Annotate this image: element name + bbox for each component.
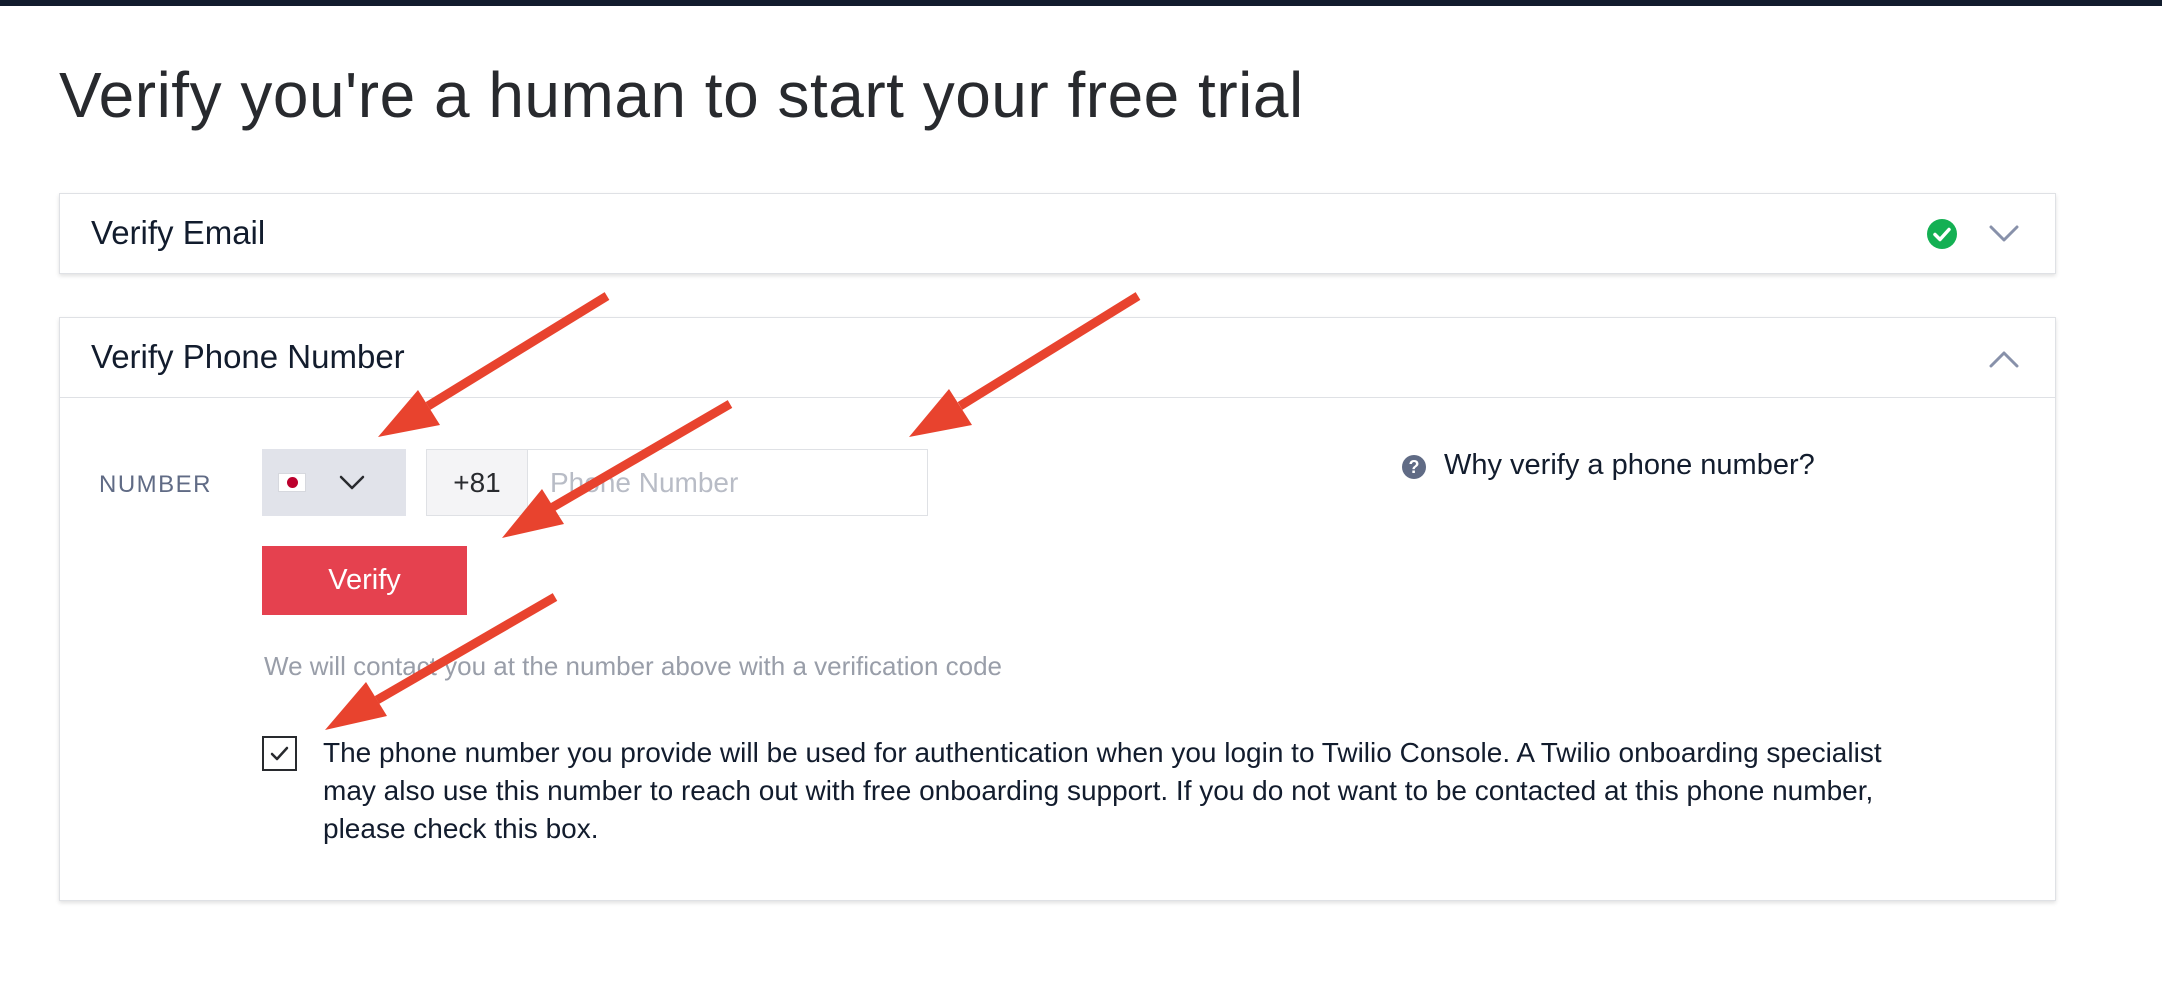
verify-phone-title: Verify Phone Number: [91, 338, 405, 375]
verify-email-panel: Verify Email: [59, 193, 2056, 274]
why-verify-text: Why verify a phone number?: [1444, 449, 1815, 481]
country-select[interactable]: [262, 449, 406, 516]
dial-code-prefix: +81: [426, 449, 528, 516]
checkmark-icon: [270, 746, 289, 761]
top-bar: [0, 0, 2162, 6]
question-circle-icon: ?: [1402, 455, 1426, 479]
chevron-down-icon[interactable]: [1989, 224, 2019, 244]
verify-phone-header[interactable]: Verify Phone Number: [60, 318, 2055, 398]
opt-out-checkbox[interactable]: [262, 736, 297, 771]
phone-number-input[interactable]: [527, 449, 928, 516]
verify-button[interactable]: Verify: [262, 546, 467, 615]
chevron-up-icon[interactable]: [1989, 349, 2019, 369]
page-title: Verify you're a human to start your free…: [59, 59, 1304, 131]
verify-email-title: Verify Email: [91, 214, 266, 251]
check-circle-icon: [1927, 219, 1957, 249]
consent-text: The phone number you provide will be use…: [323, 737, 1882, 844]
japan-flag-icon: [278, 473, 306, 492]
verification-helper-text: We will contact you at the number above …: [264, 651, 1003, 681]
verify-email-header[interactable]: Verify Email: [60, 194, 2055, 274]
chevron-down-icon: [337, 473, 367, 493]
number-label: NUMBER: [99, 471, 213, 498]
